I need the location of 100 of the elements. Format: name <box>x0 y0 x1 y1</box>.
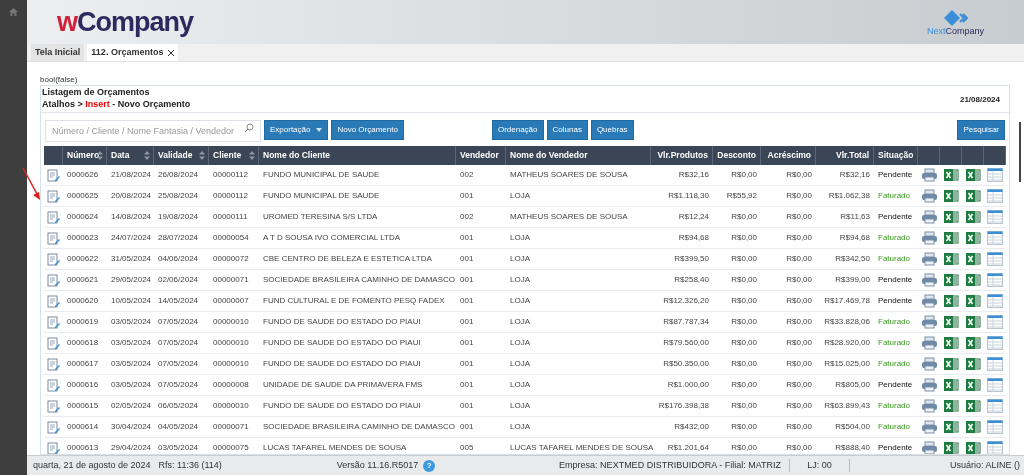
sort-icon[interactable] <box>199 151 205 160</box>
table-icon[interactable] <box>987 168 1003 182</box>
edit-document-icon[interactable] <box>47 252 60 266</box>
spreadsheet-icon[interactable] <box>965 168 981 182</box>
sort-icon[interactable] <box>97 151 103 160</box>
spreadsheet-icon[interactable] <box>943 441 959 454</box>
export-button[interactable]: Exportação <box>264 119 329 140</box>
spreadsheet-icon[interactable] <box>965 273 981 287</box>
printer-icon[interactable] <box>920 399 938 413</box>
column-header[interactable]: Acréscimo <box>767 149 811 162</box>
spreadsheet-icon[interactable] <box>943 336 959 350</box>
edit-document-icon[interactable] <box>47 231 60 245</box>
table-icon[interactable] <box>987 189 1003 203</box>
printer-icon[interactable] <box>920 441 938 454</box>
table-icon[interactable] <box>987 231 1003 245</box>
table-row[interactable]: 0000625 20/08/2024 25/08/2024 00000112 FUNDO MUNICIPAL DE SAUDE 001 LOJA R$1.118,30 R$55,92 R$0,00 R$1.062,38 Faturado <box>44 186 1006 207</box>
printer-icon[interactable] <box>920 231 938 245</box>
search-field[interactable]: Número / Cliente / Nome Fantasia / Vendedor <box>45 120 261 142</box>
table-icon[interactable] <box>987 315 1003 329</box>
spreadsheet-icon[interactable] <box>943 231 959 245</box>
option-button[interactable]: Ordenação <box>491 119 544 140</box>
edit-document-icon[interactable] <box>47 441 60 454</box>
spreadsheet-icon[interactable] <box>943 168 959 182</box>
column-header[interactable]: Situação <box>878 149 914 162</box>
spreadsheet-icon[interactable] <box>965 252 981 266</box>
table-row[interactable]: 0000621 29/05/2024 02/06/2024 00000071 SOCIEDADE BRASILEIRA CAMINHO DE DAMASCO 001 LOJA R$258,40 R$0,00 R$0,00 R$399,00 Pendente <box>44 270 1006 291</box>
column-header[interactable]: Nome do Vendedor <box>510 149 588 162</box>
sort-icon[interactable] <box>249 151 255 160</box>
spreadsheet-icon[interactable] <box>965 336 981 350</box>
spreadsheet-icon[interactable] <box>943 315 959 329</box>
printer-icon[interactable] <box>920 420 938 434</box>
table-row[interactable]: 0000615 02/05/2024 06/05/2024 00000010 FUNDO DE SAUDE DO ESTADO DO PIAUI 001 LOJA R$176.398,38 R$0,00 R$0,00 R$63.899,43 Faturado <box>44 396 1006 417</box>
table-icon[interactable] <box>987 336 1003 350</box>
spreadsheet-icon[interactable] <box>943 294 959 308</box>
table-icon[interactable] <box>987 399 1003 413</box>
table-row[interactable]: 0000617 03/05/2024 07/05/2024 00000010 FUNDO DE SAUDE DO ESTADO DO PIAUI 001 LOJA R$50.350,00 R$0,00 R$0,00 R$15.025,00 Faturado <box>44 354 1006 375</box>
printer-icon[interactable] <box>920 189 938 203</box>
edit-document-icon[interactable] <box>47 420 60 434</box>
edit-document-icon[interactable] <box>47 378 60 392</box>
printer-icon[interactable] <box>920 315 938 329</box>
column-header[interactable]: Nome do Cliente <box>263 149 331 162</box>
column-header[interactable]: Número <box>67 149 100 162</box>
table-icon[interactable] <box>987 273 1003 287</box>
edit-document-icon[interactable] <box>47 357 60 371</box>
table-row[interactable]: 0000624 14/08/2024 19/08/2024 00000111 UROMED TERESINA S/S LTDA 002 MATHEUS SOARES DE SOUSA R$12,24 R$0,00 R$0,00 R$11,63 Pendente <box>44 207 1006 228</box>
printer-icon[interactable] <box>920 210 938 224</box>
edit-document-icon[interactable] <box>47 294 60 308</box>
spreadsheet-icon[interactable] <box>965 294 981 308</box>
table-icon[interactable] <box>987 357 1003 371</box>
spreadsheet-icon[interactable] <box>965 420 981 434</box>
edit-document-icon[interactable] <box>47 315 60 329</box>
edit-document-icon[interactable] <box>47 273 60 287</box>
spreadsheet-icon[interactable] <box>943 357 959 371</box>
table-icon[interactable] <box>987 294 1003 308</box>
column-header[interactable]: Vlr.Produtos <box>657 149 708 162</box>
edit-document-icon[interactable] <box>47 168 60 182</box>
spreadsheet-icon[interactable] <box>965 315 981 329</box>
spreadsheet-icon[interactable] <box>965 378 981 392</box>
table-row[interactable]: 0000620 10/05/2024 14/05/2024 00000007 FUND CULTURAL E DE FOMENTO PESQ FADEX 001 LOJA R$12.326,20 R$0,00 R$0,00 R$17.469,78 Pendente <box>44 291 1006 312</box>
table-icon[interactable] <box>987 378 1003 392</box>
sort-icon[interactable] <box>144 151 150 160</box>
printer-icon[interactable] <box>920 294 938 308</box>
table-icon[interactable] <box>987 252 1003 266</box>
printer-icon[interactable] <box>920 357 938 371</box>
close-icon[interactable] <box>168 49 175 56</box>
tab[interactable]: 112. Orçamentos <box>87 44 179 61</box>
table-row[interactable]: 0000618 03/05/2024 07/05/2024 00000010 FUNDO DE SAUDE DO ESTADO DO PIAUI 001 LOJA R$79.560,00 R$0,00 R$0,00 R$28.920,00 Faturado <box>44 333 1006 354</box>
spreadsheet-icon[interactable] <box>943 399 959 413</box>
search-icon[interactable] <box>244 123 254 133</box>
edit-document-icon[interactable] <box>47 210 60 224</box>
table-icon[interactable] <box>987 420 1003 434</box>
table-row[interactable]: 0000623 24/07/2024 28/07/2024 00000054 A T D SOUSA IVO COMERCIAL LTDA 001 LOJA R$94,68 R$0,00 R$0,00 R$94,68 Faturado <box>44 228 1006 249</box>
spreadsheet-icon[interactable] <box>943 378 959 392</box>
table-row[interactable]: 0000616 03/05/2024 07/05/2024 00000008 UNIDADE DE SAUDE DA PRIMAVERA FMS 001 LOJA R$1.000,00 R$0,00 R$0,00 R$805,00 Pendente <box>44 375 1006 396</box>
option-button[interactable]: Colunas <box>546 119 588 140</box>
spreadsheet-icon[interactable] <box>965 210 981 224</box>
edit-document-icon[interactable] <box>47 336 60 350</box>
spreadsheet-icon[interactable] <box>965 399 981 413</box>
spreadsheet-icon[interactable] <box>965 441 981 454</box>
spreadsheet-icon[interactable] <box>943 252 959 266</box>
spreadsheet-icon[interactable] <box>965 231 981 245</box>
printer-icon[interactable] <box>920 168 938 182</box>
spreadsheet-icon[interactable] <box>965 189 981 203</box>
option-button[interactable]: Quebras <box>590 119 634 140</box>
spreadsheet-icon[interactable] <box>943 210 959 224</box>
column-header[interactable]: Vlr.Total <box>836 149 869 162</box>
column-header[interactable]: Validade <box>158 149 193 162</box>
spreadsheet-icon[interactable] <box>943 420 959 434</box>
home-icon[interactable] <box>9 8 18 16</box>
edit-document-icon[interactable] <box>47 399 60 413</box>
edit-document-icon[interactable] <box>47 189 60 203</box>
spreadsheet-icon[interactable] <box>943 189 959 203</box>
tab[interactable]: Tela Inicial <box>31 44 85 61</box>
new-quote-button[interactable]: Novo Orçamento <box>331 119 404 140</box>
printer-icon[interactable] <box>920 273 938 287</box>
printer-icon[interactable] <box>920 378 938 392</box>
printer-icon[interactable] <box>920 336 938 350</box>
table-row[interactable]: 0000619 03/05/2024 07/05/2024 00000010 FUNDO DE SAUDE DO ESTADO DO PIAUI 001 LOJA R$87.787,34 R$0,00 R$0,00 R$33.828,06 Faturado <box>44 312 1006 333</box>
table-row[interactable]: 0000614 30/04/2024 04/05/2024 00000071 SOCIEDADE BRASILEIRA CAMINHO DE DAMASCO 001 LOJA R$432,00 R$0,00 R$0,00 R$504,00 Faturado <box>44 417 1006 438</box>
table-row[interactable]: 0000626 21/08/2024 26/08/2024 00000112 FUNDO MUNICIPAL DE SAUDE 002 MATHEUS SOARES DE SOUSA R$32,16 R$0,00 R$0,00 R$32,16 Pendente <box>44 165 1006 186</box>
